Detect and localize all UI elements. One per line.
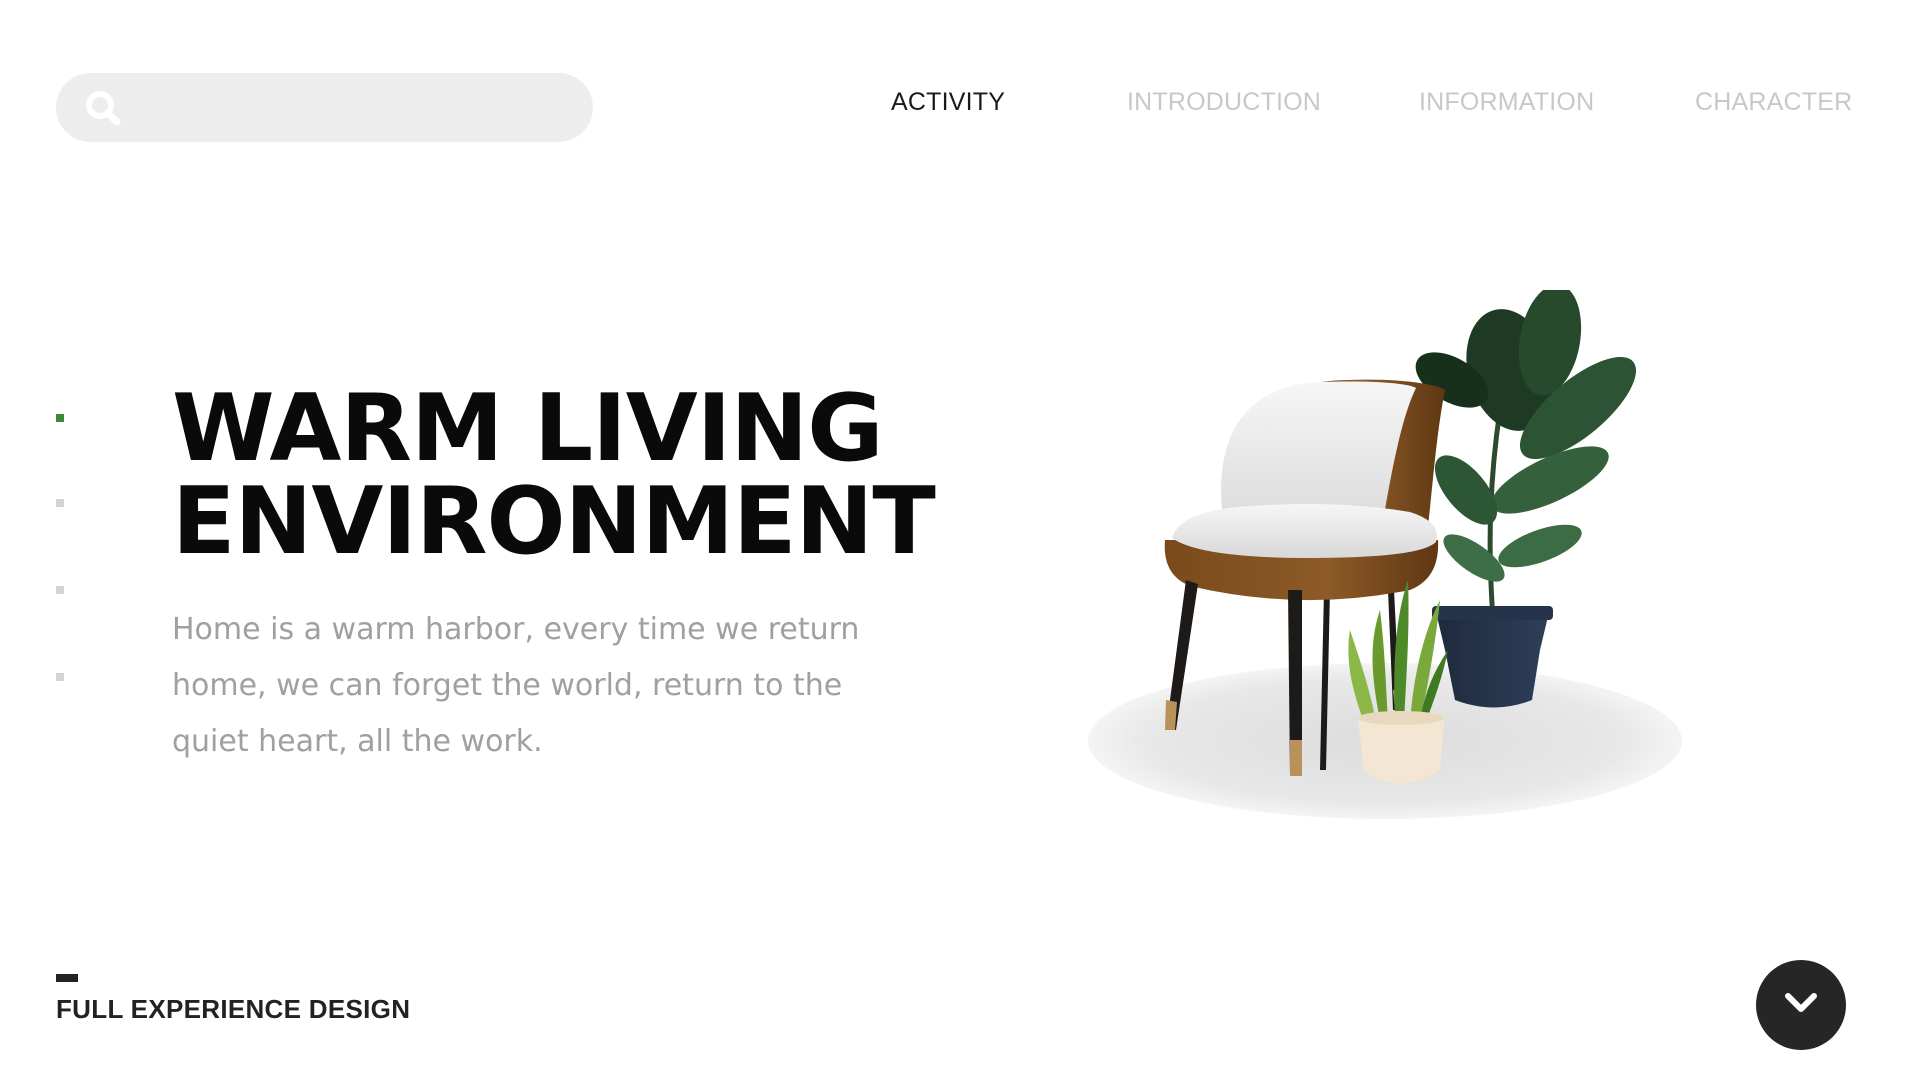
footer-label: FULL EXPERIENCE DESIGN [56,994,411,1024]
hero-title: WARM LIVING ENVIRONMENT [172,374,936,575]
top-nav: ACTIVITY INTRODUCTION INFORMATION CHARAC… [0,88,1920,128]
chair-plants-illustration [1080,284,1700,830]
chevron-down-icon [1783,991,1819,1020]
pager-dot-1[interactable] [56,414,64,422]
hero-description: Home is a warm harbor, every time we ret… [172,612,860,759]
pager-dot-4[interactable] [56,673,64,681]
nav-item-introduction[interactable]: INTRODUCTION [1127,88,1321,117]
snake-plant [1348,580,1448,722]
hero-title-line-2: ENVIRONMENT [172,467,936,575]
nav-item-character[interactable]: CHARACTER [1695,88,1852,117]
nav-item-information[interactable]: INFORMATION [1419,88,1594,117]
pager-dot-3[interactable] [56,586,64,594]
page: ACTIVITY INTRODUCTION INFORMATION CHARAC… [0,0,1920,1080]
hero-title-line-1: WARM LIVING [172,374,884,482]
nav-item-activity[interactable]: ACTIVITY [891,88,1005,117]
cream-pot [1358,711,1444,784]
scroll-down-button[interactable] [1756,960,1846,1050]
label-dash [56,974,78,982]
pager-dot-2[interactable] [56,499,64,507]
rubber-plant [1415,284,1637,659]
